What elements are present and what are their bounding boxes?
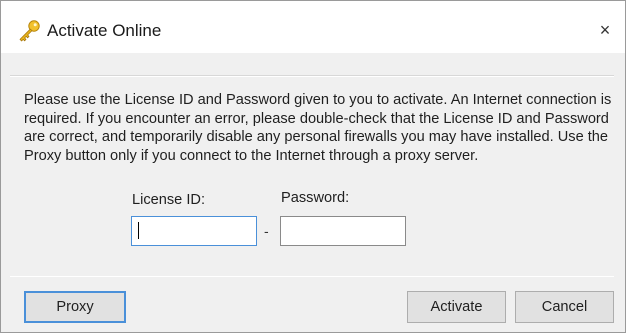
cancel-button[interactable]: Cancel <box>515 291 614 323</box>
instructions-text: Please use the License ID and Password g… <box>24 92 612 164</box>
text-caret <box>138 222 139 239</box>
title-bar[interactable]: Activate Online × <box>1 1 625 53</box>
license-id-input[interactable] <box>131 216 257 246</box>
password-input[interactable] <box>280 216 406 246</box>
field-separator: - <box>264 223 269 239</box>
password-label: Password: <box>281 190 350 206</box>
key-icon <box>17 19 41 43</box>
dialog-title: Activate Online <box>47 21 162 40</box>
proxy-button[interactable]: Proxy <box>24 291 126 323</box>
license-id-label: License ID: <box>132 192 206 208</box>
activate-button[interactable]: Activate <box>407 291 506 323</box>
close-icon: × <box>599 19 611 40</box>
close-button[interactable]: × <box>585 15 625 45</box>
activate-online-dialog: Activate Online × Please use the License… <box>0 0 626 333</box>
